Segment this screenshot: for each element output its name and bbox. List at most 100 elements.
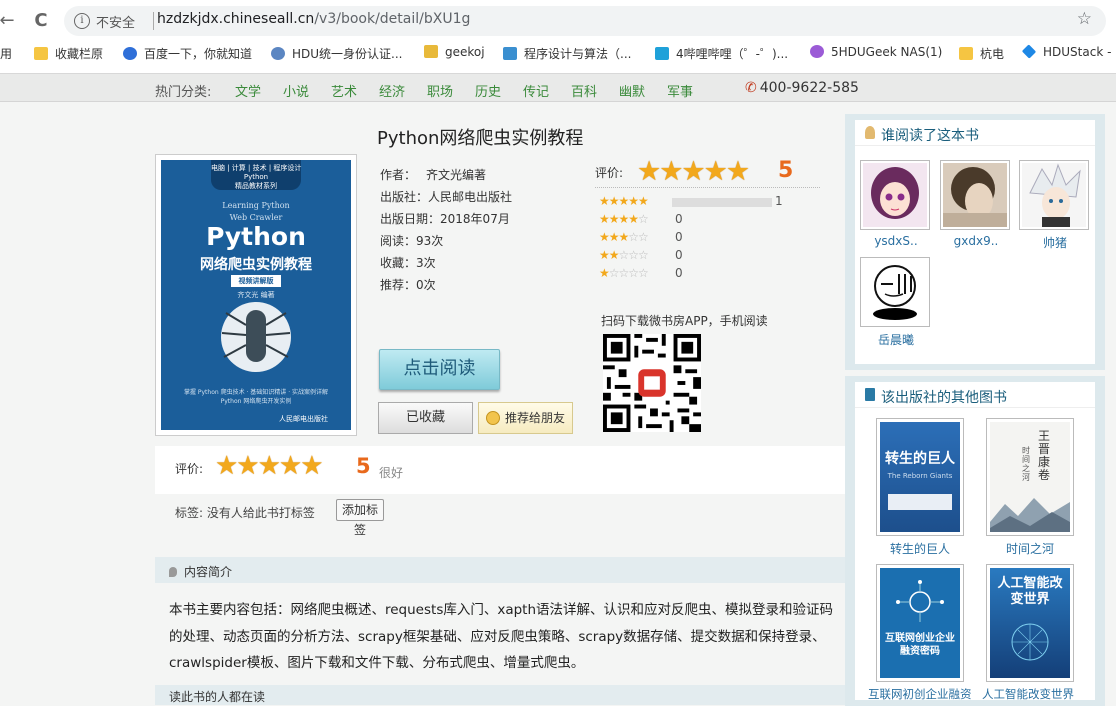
rating-box-desc: 很好 (379, 466, 404, 480)
recommend-label: 推荐给朋友 (505, 411, 566, 425)
book-icon (503, 47, 517, 60)
bookmark-item[interactable]: geekoj (424, 45, 485, 59)
category-link[interactable]: 传记 (523, 81, 549, 100)
category-link[interactable]: 历史 (475, 81, 501, 100)
dist-bar (672, 198, 772, 207)
bookmark-item[interactable]: 4哔哩哔哩（゜-゜)... (655, 45, 788, 62)
rating-box-label: 评价: (175, 462, 204, 476)
dist-count: 1 (775, 194, 783, 208)
date-value: 2018年07月 (440, 212, 510, 226)
book-cover-title: 王晋康卷 (1038, 429, 1051, 482)
bookmark-label: 收藏栏原 (55, 47, 104, 61)
category-link[interactable]: 百科 (571, 81, 597, 100)
bookmark-star-icon[interactable]: ☆ (1077, 9, 1092, 29)
tags-label: 标签: 没有人给此书打标签 (175, 506, 315, 520)
recommend-button[interactable]: 推荐给朋友 (478, 402, 573, 434)
reader-name[interactable]: gxdx9.. (940, 234, 1012, 248)
book-cover[interactable]: 电脑 | 计算 | 技术 | 程序设计 Python 精品教材系列 Learni… (155, 154, 357, 436)
publisher-book-cover[interactable]: 转生的巨人 The Reborn Giants (876, 418, 964, 536)
bookmark-item[interactable]: 5HDUGeek NAS(1) (810, 45, 942, 59)
bookmark-label: 杭电 (980, 47, 1005, 61)
read-now-button[interactable]: 点击阅读 (379, 349, 500, 390)
person-icon (865, 126, 875, 139)
reader-avatar[interactable] (860, 257, 930, 327)
avatar-portrait (943, 163, 1007, 227)
favs-value: 3次 (416, 256, 436, 270)
cover-author: 齐文光 编著 (237, 291, 275, 299)
reader-name[interactable]: 帅猪 (1019, 234, 1091, 251)
url-host: hzdzkjdx.chineseall.cn (157, 11, 315, 27)
back-arrow-icon[interactable]: ← (0, 10, 18, 31)
publisher-books-header-text: 该出版社的其他图书 (881, 390, 1007, 406)
intro-title-text: 内容简介 (184, 565, 233, 579)
publisher-book-title[interactable]: 时间之河 (980, 540, 1080, 557)
insecure-label[interactable]: 不安全 (96, 12, 135, 31)
reader-avatar[interactable] (1019, 160, 1089, 230)
category-link[interactable]: 经济 (379, 81, 405, 100)
url-text[interactable]: hzdzkjdx.chineseall.cn/v3/book/detail/bX… (157, 11, 470, 27)
dist-row-4: ★★★★☆ 0 (599, 212, 799, 230)
publisher-book-title[interactable]: 人工智能改变世界 (973, 686, 1083, 702)
bookmark-item[interactable]: HDUStack - (1021, 44, 1111, 59)
rating-distribution: ★★★★★ 1 ★★★★☆ 0 ★★★☆☆ 0 ★★☆☆☆ 0 ★☆☆☆☆ 0 (599, 194, 799, 284)
publisher-book-cover[interactable]: 互联网创业企业融资密码 (876, 564, 964, 682)
readers-header: 谁阅读了这本书 (855, 120, 1095, 146)
rating-box-score: 5 (356, 454, 371, 478)
bookmark-item[interactable]: 收藏栏原 (34, 45, 103, 62)
add-tag-button[interactable]: 添加标签 (336, 499, 384, 537)
category-link[interactable]: 幽默 (619, 81, 645, 100)
reload-icon[interactable]: C (30, 10, 52, 31)
reader-avatar[interactable] (860, 160, 930, 230)
cover-english-title: Learning Python Web Crawler (161, 200, 351, 224)
category-link[interactable]: 职场 (427, 81, 453, 100)
book-cover-band (888, 494, 952, 510)
reader-name[interactable]: ysdxS.. (860, 234, 932, 248)
reader-avatar[interactable] (940, 160, 1010, 230)
book-icon (865, 388, 875, 401)
dist-count: 0 (675, 230, 683, 244)
publisher-value[interactable]: 人民邮电出版社 (428, 190, 512, 204)
book-metadata: 作者： 齐文光编著 出版社：人民邮电出版社 出版日期：2018年07月 阅读：93… (380, 164, 512, 296)
publisher-book-title[interactable]: 互联网初创企业融资 (868, 686, 972, 702)
four-star-icon: ★★★★☆ (599, 212, 649, 226)
publisher-book-cover[interactable]: 王晋康卷 时间之河 (986, 418, 1074, 536)
next-section-header: 读此书的人都在读 (155, 685, 845, 705)
favorited-button[interactable]: 已收藏 (378, 402, 473, 434)
info-icon[interactable]: i (74, 13, 90, 29)
category-link[interactable]: 艺术 (331, 81, 357, 100)
category-link[interactable]: 文学 (235, 81, 261, 100)
meta-recs: 推荐：0次 (380, 274, 512, 296)
book-title: Python网络爬虫实例教程 (377, 128, 584, 149)
intro-text: 本书主要内容包括：网络爬虫概述、requests库入门、xapth语法详解、认识… (169, 602, 834, 671)
meta-date: 出版日期：2018年07月 (380, 208, 512, 230)
readers-panel: 谁阅读了这本书 ysdxS.. gxdx9.. 帅猪 岳晨曦 (845, 114, 1105, 370)
bookmark-apps[interactable]: 应用 (0, 45, 12, 62)
bookmark-label: geekoj (445, 45, 485, 59)
hotline: ✆ 400-9622-585 (745, 80, 859, 96)
favs-label: 收藏： (380, 256, 417, 270)
category-link[interactable]: 小说 (283, 81, 309, 100)
category-link[interactable]: 军事 (667, 81, 693, 100)
bookmark-item[interactable]: 程序设计与算法（... (503, 45, 631, 62)
bookmark-item[interactable]: 杭电 (959, 45, 1004, 62)
reader-name[interactable]: 岳晨曦 (860, 331, 932, 348)
publisher-book-cover[interactable]: 人工智能改变世界 (986, 564, 1074, 682)
publisher-book-title[interactable]: 转生的巨人 (870, 540, 970, 557)
book-cover-sub: The Reborn Giants (887, 472, 953, 480)
reads-value: 93次 (416, 234, 444, 248)
three-star-icon: ★★★☆☆ (599, 230, 649, 244)
dist-row-2: ★★☆☆☆ 0 (599, 248, 799, 266)
meta-author: 作者： 齐文光编著 (380, 164, 512, 186)
address-bar[interactable]: i 不安全 hzdzkjdx.chineseall.cn/v3/book/det… (64, 6, 1106, 36)
category-nav: 热门分类: 文学 小说 艺术 经济 职场 历史 传记 百科 幽默 军事 ✆ 400… (0, 74, 1116, 102)
rating-stars-icon: ★★★★★ (637, 156, 750, 187)
book-cover-art: 王晋康卷 时间之河 (990, 422, 1070, 532)
meta-favs: 收藏：3次 (380, 252, 512, 274)
bookmark-item[interactable]: 百度一下，你就知道 (123, 45, 252, 62)
bookmark-item[interactable]: HDU统一身份认证... (271, 45, 403, 62)
meta-publisher: 出版社：人民邮电出版社 (380, 186, 512, 208)
two-star-icon: ★★☆☆☆ (599, 248, 649, 262)
dist-bar-fill (672, 198, 772, 207)
author-value[interactable]: 齐文光编著 (426, 168, 486, 182)
rating-box-stars-icon[interactable]: ★★★★★ (215, 451, 324, 481)
